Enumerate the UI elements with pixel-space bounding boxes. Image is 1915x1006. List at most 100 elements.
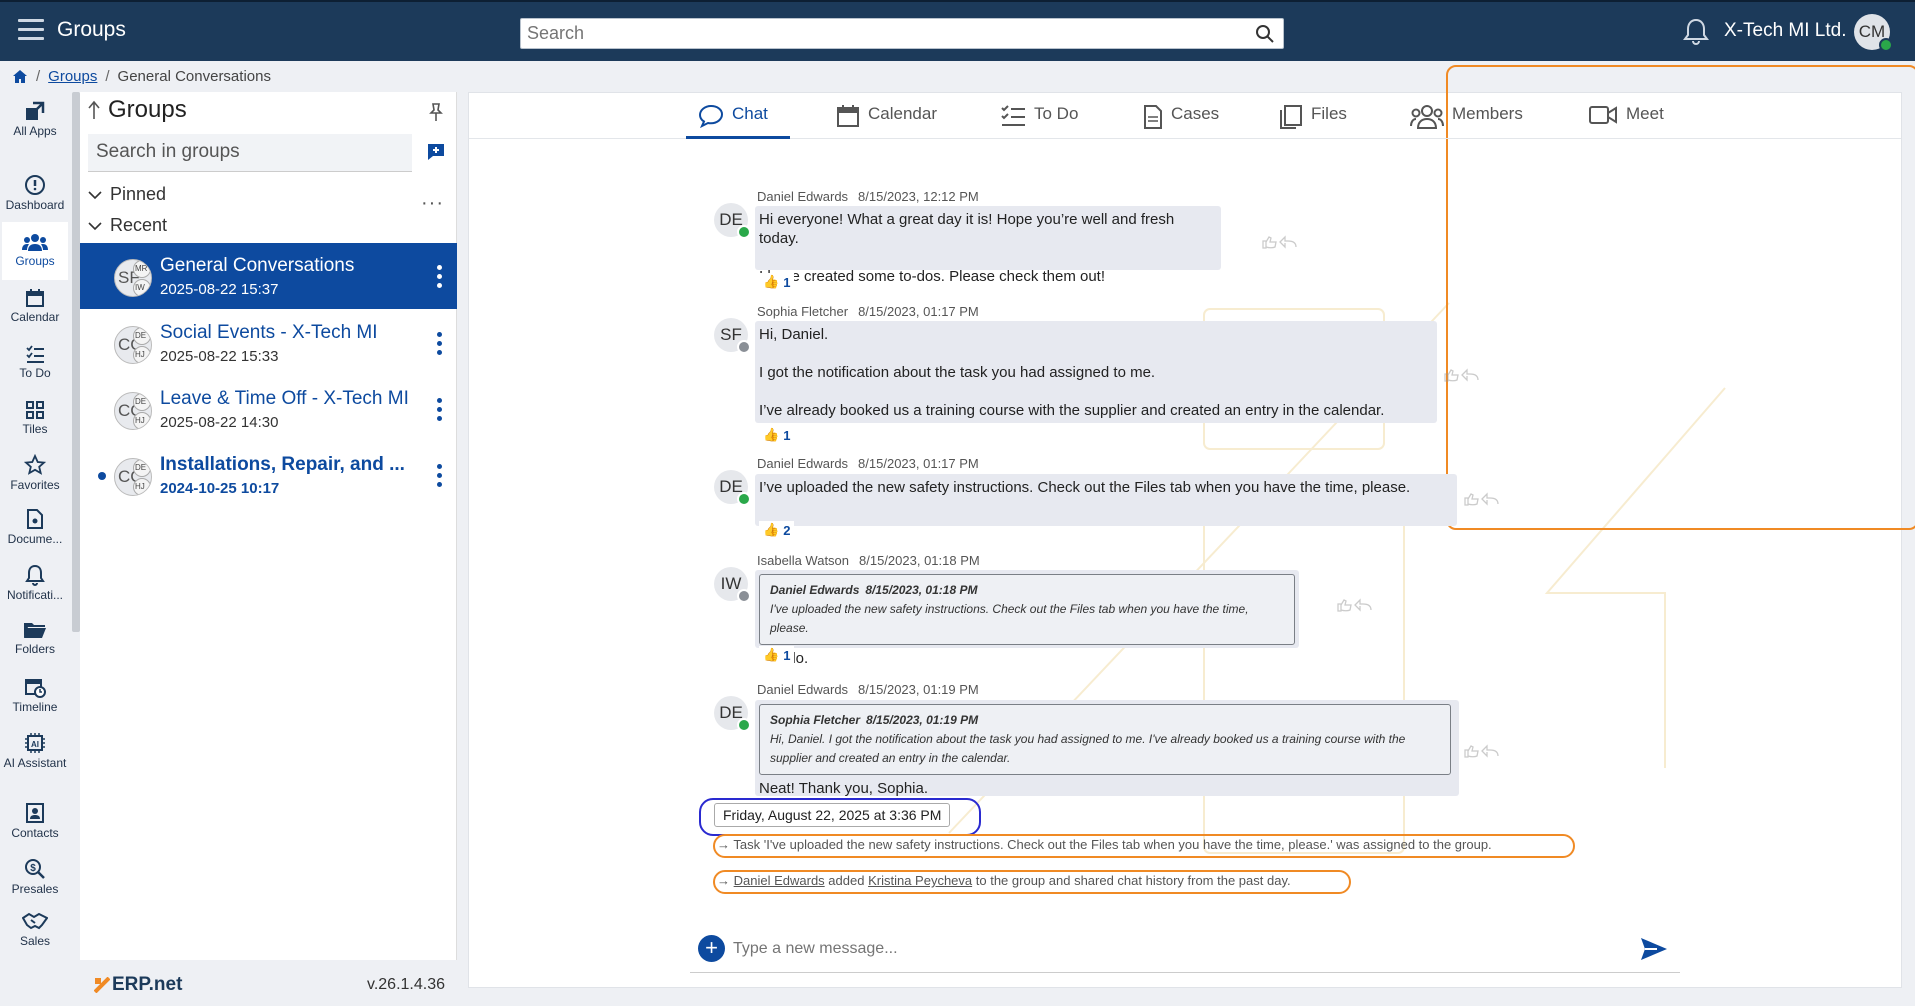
nav-scrollbar[interactable] xyxy=(72,92,80,632)
nav-folders[interactable]: Folders xyxy=(2,620,68,656)
message-bubble[interactable]: Daniel Edwards 8/15/2023, 01:18 PM I've up… xyxy=(755,570,1299,667)
like-badge[interactable]: 👍 1 xyxy=(759,426,795,444)
nav-notifications[interactable]: Notificati... xyxy=(2,564,68,602)
tab-chat[interactable]: Chat xyxy=(686,101,790,139)
group-name: Social Events - X-Tech MI xyxy=(160,322,378,343)
tab-todo[interactable]: To Do xyxy=(1000,101,1078,139)
nav-todo[interactable]: To Do xyxy=(2,344,68,380)
group-menu-icon[interactable] xyxy=(437,398,443,422)
like-badge[interactable]: 👍 2 xyxy=(759,521,795,539)
message-avatar[interactable]: SF xyxy=(714,318,751,354)
online-status-icon xyxy=(737,225,751,239)
nav-tiles[interactable]: Tiles xyxy=(2,400,68,436)
message-avatar[interactable]: DE xyxy=(714,203,751,239)
quoted-message[interactable]: Daniel Edwards 8/15/2023, 01:18 PM I've up… xyxy=(759,574,1295,645)
nav-documents[interactable]: Docume... xyxy=(2,508,68,546)
arrow-up-icon[interactable] xyxy=(88,100,100,120)
pin-icon[interactable] xyxy=(428,102,444,122)
nav-sales[interactable]: Sales xyxy=(2,912,68,948)
message-author[interactable]: Daniel Edwards xyxy=(757,456,848,471)
message-time: 8/15/2023, 01:17 PM xyxy=(858,304,979,319)
breadcrumb-groups-link[interactable]: Groups xyxy=(48,68,97,85)
tab-meet[interactable]: Meet xyxy=(1588,101,1664,139)
nav-all-apps[interactable]: All Apps xyxy=(2,100,68,138)
user-avatar[interactable]: CM xyxy=(1854,14,1893,52)
chat-icon xyxy=(698,104,724,128)
quoted-message[interactable]: Sophia Fletcher 8/15/2023, 01:19 PM Hi, Da… xyxy=(759,704,1451,775)
message-author[interactable]: Daniel Edwards xyxy=(757,189,848,204)
tab-members[interactable]: Members xyxy=(1410,101,1523,139)
send-icon[interactable] xyxy=(1640,936,1668,962)
message-text: Neat! Thank you, Sophia. xyxy=(759,780,928,797)
react-reply-icon[interactable] xyxy=(1462,491,1502,507)
more-options-icon[interactable]: ··· xyxy=(421,192,444,215)
group-menu-icon[interactable] xyxy=(437,265,443,289)
nav-presales[interactable]: $ Presales xyxy=(2,858,68,896)
group-avatar: SF MR IW xyxy=(114,259,152,297)
chevron-down-icon xyxy=(88,190,102,199)
group-menu-icon[interactable] xyxy=(437,464,443,488)
add-attachment-button[interactable]: + xyxy=(698,935,725,962)
groups-icon xyxy=(22,234,48,251)
tab-files[interactable]: Files xyxy=(1279,101,1347,139)
message-avatar[interactable]: IW xyxy=(714,567,751,603)
react-reply-icon[interactable] xyxy=(1335,597,1375,613)
nav-contacts[interactable]: Contacts xyxy=(2,802,68,840)
search-icon[interactable] xyxy=(1255,24,1275,44)
react-reply-icon[interactable] xyxy=(1462,743,1502,759)
message-text: Hi everyone! What a great day it is! Hop… xyxy=(759,211,1175,247)
react-reply-icon[interactable] xyxy=(1442,367,1482,383)
user-link[interactable]: Daniel Edwards xyxy=(734,873,825,888)
nav-label: To Do xyxy=(19,366,51,380)
nav-favorites[interactable]: Favorites xyxy=(2,454,68,492)
user-link[interactable]: Kristina Peycheva xyxy=(868,873,972,888)
thumbs-up-icon: 👍 xyxy=(763,647,780,662)
nav-label: Notificati... xyxy=(6,588,63,602)
group-search-input[interactable]: Search in groups xyxy=(88,134,412,172)
like-badge[interactable]: 👍 1 xyxy=(759,646,795,664)
message-author[interactable]: Isabella Watson xyxy=(757,553,849,568)
menu-icon[interactable] xyxy=(18,19,44,41)
like-badge[interactable]: 👍 1 xyxy=(759,273,795,291)
member-mini-avatar: HJ xyxy=(133,412,151,429)
panel-footer: ERP.net v.26.1.4.36 xyxy=(80,960,457,1006)
message-avatar[interactable]: DE xyxy=(714,470,751,506)
message-bubble[interactable]: Sophia Fletcher 8/15/2023, 01:19 PM Hi, Da… xyxy=(755,700,1459,797)
global-search[interactable] xyxy=(520,18,1284,49)
nav-dashboard[interactable]: Dashboard xyxy=(2,174,68,212)
home-icon[interactable] xyxy=(12,69,28,84)
folder-icon xyxy=(24,623,46,638)
new-group-chat-icon[interactable] xyxy=(426,142,446,162)
nav-groups[interactable]: Groups xyxy=(2,222,68,280)
message-author[interactable]: Daniel Edwards xyxy=(757,682,848,697)
nav-ai-assistant[interactable]: AI AI Assistant xyxy=(2,732,68,770)
erp-logo: ERP.net xyxy=(94,974,182,996)
recent-section[interactable]: Recent xyxy=(88,215,167,236)
message-bubble[interactable]: I’ve uploaded the new safety instruction… xyxy=(755,474,1457,526)
search-input[interactable] xyxy=(521,19,1241,47)
react-reply-icon[interactable] xyxy=(1260,234,1300,250)
tab-calendar[interactable]: Calendar xyxy=(836,101,937,139)
bell-icon[interactable] xyxy=(1683,17,1709,45)
tab-cases[interactable]: Cases xyxy=(1143,101,1219,139)
online-status-icon xyxy=(1879,38,1893,52)
message-bubble[interactable]: Hi, Daniel. I got the notification about… xyxy=(755,321,1437,423)
pinned-section[interactable]: Pinned xyxy=(88,184,166,205)
nav-calendar[interactable]: Calendar xyxy=(2,288,68,324)
company-name[interactable]: X-Tech MI Ltd. xyxy=(1724,20,1847,42)
group-item-general-conversations[interactable]: SF MR IW General Conversations 2025-08-22 … xyxy=(80,243,457,309)
group-menu-icon[interactable] xyxy=(437,332,443,356)
message-input[interactable] xyxy=(733,935,1613,963)
member-mini-avatar: HJ xyxy=(133,478,151,495)
tab-label: Files xyxy=(1311,104,1347,123)
message-author[interactable]: Sophia Fletcher xyxy=(757,304,848,319)
member-mini-avatar: DE xyxy=(133,393,151,411)
group-item-installations[interactable]: CC DE HJ Installations, Repair, and ... 20… xyxy=(80,442,457,508)
message-avatar[interactable]: DE xyxy=(714,696,751,732)
group-item-social-events[interactable]: CC DE HJ Social Events - X-Tech MI 2025-08… xyxy=(80,310,457,376)
offline-status-icon xyxy=(737,589,751,603)
nav-timeline[interactable]: Timeline xyxy=(2,676,68,714)
group-item-leave-time-off[interactable]: CC DE HJ Leave & Time Off - X-Tech MI 2025… xyxy=(80,376,457,442)
message-bubble[interactable]: Hi everyone! What a great day it is! Hop… xyxy=(755,206,1221,285)
message-meta: Isabella Watson 8/15/2023, 01:18 PM xyxy=(757,553,990,568)
